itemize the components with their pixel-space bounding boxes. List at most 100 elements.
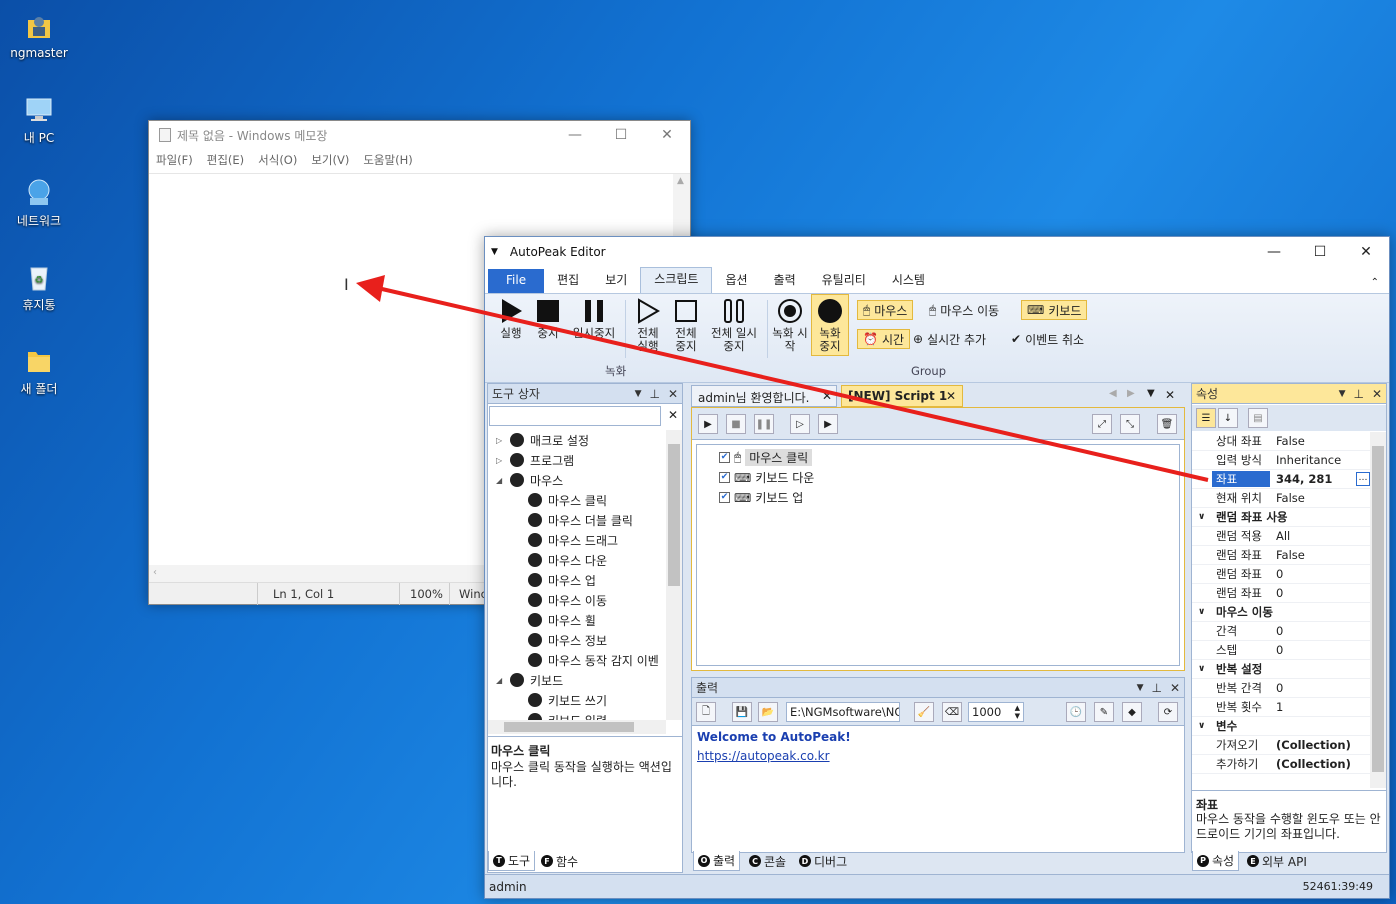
properties-scrollbar[interactable] bbox=[1370, 432, 1386, 788]
output-link[interactable]: https://autopeak.co.kr bbox=[697, 749, 830, 763]
expander-icon[interactable]: ◢ bbox=[496, 476, 504, 485]
property-value[interactable]: (Collection) bbox=[1276, 738, 1351, 752]
toolbox-scrollbar[interactable] bbox=[666, 430, 682, 720]
tree-item[interactable]: 마우스 동작 감지 이벤 bbox=[528, 650, 659, 670]
property-value[interactable]: False bbox=[1276, 434, 1305, 448]
minimize-button[interactable]: — bbox=[552, 121, 598, 149]
tab-functions[interactable]: F 함수 bbox=[537, 851, 582, 871]
tab-output-log[interactable]: O 출력 bbox=[693, 851, 741, 871]
desktop-icon-recycle-bin[interactable]: ♻ 휴지통 bbox=[4, 262, 74, 313]
property-row[interactable]: 추가하기 (Collection) bbox=[1192, 755, 1370, 774]
checkbox[interactable]: ✔ bbox=[719, 472, 730, 483]
realtime-add-button[interactable]: ⊕ 실시간 추가 bbox=[913, 329, 986, 349]
menu-help[interactable]: 도움말(H) bbox=[363, 152, 412, 168]
tab-script[interactable]: 스크립트 bbox=[640, 267, 713, 293]
pause-icon[interactable]: ❚❚ bbox=[754, 414, 774, 434]
property-value[interactable]: 0 bbox=[1276, 567, 1283, 581]
tree-item[interactable]: 마우스 다운 bbox=[528, 550, 607, 570]
menu-view[interactable]: 보기(V) bbox=[311, 152, 349, 168]
close-icon[interactable]: ✕ bbox=[1170, 681, 1180, 695]
record-start-button[interactable]: 녹화 시작 bbox=[771, 298, 809, 353]
output-path-input[interactable]: E:\NGMsoftware\NG bbox=[786, 702, 900, 722]
tab-welcome[interactable]: admin님 환영합니다. bbox=[691, 385, 837, 407]
script-item[interactable]: ✔ 🖱 마우스 클릭 bbox=[719, 449, 813, 466]
property-row[interactable]: 스텝 0 bbox=[1192, 641, 1370, 660]
property-value[interactable]: All bbox=[1276, 529, 1290, 543]
property-pages-icon[interactable]: ▤ bbox=[1248, 408, 1268, 428]
event-cancel-button[interactable]: ✔ 이벤트 취소 bbox=[1011, 329, 1084, 349]
script-item[interactable]: ✔ ⌨ 키보드 업 bbox=[719, 489, 803, 506]
property-row[interactable]: 상대 좌표 False bbox=[1192, 432, 1370, 451]
sort-az-icon[interactable]: ↓ bbox=[1218, 408, 1238, 428]
close-icon[interactable]: ✕ bbox=[1372, 387, 1382, 401]
desktop-icon-this-pc[interactable]: 내 PC bbox=[4, 95, 74, 146]
tree-item[interactable]: 키보드 입력 bbox=[528, 710, 607, 720]
tab-view[interactable]: 보기 bbox=[592, 269, 640, 293]
close-button[interactable]: ✕ bbox=[644, 121, 690, 149]
record-stop-button[interactable]: 녹화 중지 bbox=[811, 294, 849, 356]
property-row[interactable]: 랜덤 좌표 0 bbox=[1192, 584, 1370, 603]
tree-item[interactable]: ◢ 키보드 bbox=[496, 670, 563, 690]
checkbox[interactable]: ✔ bbox=[719, 492, 730, 503]
delete-icon[interactable]: 🗑 bbox=[1157, 414, 1177, 434]
tree-item[interactable]: 마우스 더블 클릭 bbox=[528, 510, 633, 530]
tab-debug[interactable]: D 디버그 bbox=[795, 851, 851, 871]
pin-icon[interactable]: ⊥ bbox=[1151, 681, 1161, 695]
new-file-icon[interactable]: 🗋 bbox=[696, 702, 716, 722]
property-value[interactable]: (Collection) bbox=[1276, 757, 1351, 771]
property-row[interactable]: 좌표 344, 281 … › bbox=[1192, 470, 1370, 489]
desktop-icon-user[interactable]: ngmaster bbox=[4, 12, 74, 60]
menu-edit[interactable]: 편집(E) bbox=[207, 152, 244, 168]
pause-all-button[interactable]: 전체 일시중지 bbox=[707, 298, 761, 353]
chevron-down-icon[interactable]: ▼ bbox=[635, 389, 642, 399]
property-value[interactable]: 344, 281 bbox=[1276, 472, 1332, 486]
expander-icon[interactable]: ▷ bbox=[496, 456, 504, 465]
property-row[interactable]: 랜덤 좌표 False bbox=[1192, 546, 1370, 565]
tree-item[interactable]: 마우스 정보 bbox=[528, 630, 607, 650]
property-row[interactable]: 반복 간격 0 bbox=[1192, 679, 1370, 698]
toolbox-search-input[interactable] bbox=[489, 406, 661, 426]
tab-script-1[interactable]: [NEW] Script 1 bbox=[841, 385, 963, 407]
property-row[interactable]: 입력 방식 Inheritance bbox=[1192, 451, 1370, 470]
play-icon[interactable]: ▶ bbox=[698, 414, 718, 434]
tab-console[interactable]: C 콘솔 bbox=[745, 851, 790, 871]
close-icon[interactable]: ✕ bbox=[822, 389, 832, 403]
property-row[interactable]: 가져오기 (Collection) bbox=[1192, 736, 1370, 755]
scroll-left-icon[interactable]: ◀ bbox=[1109, 388, 1117, 399]
collapse-icon[interactable]: ⤡ bbox=[1120, 414, 1140, 434]
keyboard-toggle[interactable]: ⌨ 키보드 bbox=[1021, 300, 1088, 320]
pin-icon[interactable]: ⊥ bbox=[1353, 387, 1363, 401]
tree-item[interactable]: 마우스 드래그 bbox=[528, 530, 618, 550]
tab-file[interactable]: File bbox=[488, 269, 545, 293]
stop-all-button[interactable]: 전체 중지 bbox=[669, 298, 703, 353]
autopeak-window[interactable]: ▼ AutoPeak Editor — ☐ ✕ File 편집 보기 스크립트 … bbox=[484, 236, 1390, 899]
tab-options[interactable]: 옵션 bbox=[712, 269, 760, 293]
clock-icon[interactable]: 🕒 bbox=[1066, 702, 1086, 722]
mouse-move-toggle[interactable]: 🖱 마우스 이동 bbox=[929, 300, 999, 320]
close-icon[interactable]: ✕ bbox=[946, 389, 956, 403]
close-icon[interactable]: ✕ bbox=[1165, 388, 1175, 402]
ribbon-collapse-icon[interactable]: ⌃ bbox=[1371, 277, 1379, 288]
save-icon[interactable]: 💾 bbox=[732, 702, 752, 722]
property-category[interactable]: ∨ 반복 설정 bbox=[1192, 660, 1370, 679]
property-value[interactable]: Inheritance bbox=[1276, 453, 1341, 467]
run-all-button[interactable]: 전체 실행 bbox=[631, 298, 665, 353]
expander-icon[interactable]: ▷ bbox=[496, 436, 504, 445]
property-value[interactable]: 0 bbox=[1276, 681, 1283, 695]
property-value[interactable]: False bbox=[1276, 548, 1305, 562]
checkbox[interactable]: ✔ bbox=[719, 452, 730, 463]
close-icon[interactable]: ✕ bbox=[668, 387, 678, 401]
delay-stepper[interactable]: 1000 ▲ ▼ bbox=[968, 702, 1024, 722]
stop-button[interactable]: 중지 bbox=[531, 298, 565, 340]
tree-item[interactable]: 마우스 클릭 bbox=[528, 490, 607, 510]
script-item[interactable]: ✔ ⌨ 키보드 다운 bbox=[719, 469, 814, 486]
property-row[interactable]: 랜덤 적용 All bbox=[1192, 527, 1370, 546]
mouse-toggle[interactable]: 🖱 마우스 bbox=[857, 300, 914, 320]
tab-edit[interactable]: 편집 bbox=[544, 269, 592, 293]
pin-icon[interactable]: ⊥ bbox=[649, 387, 659, 401]
run-to-icon[interactable]: ▶ bbox=[818, 414, 838, 434]
chevron-down-icon[interactable]: ∨ bbox=[1198, 607, 1205, 617]
expand-icon[interactable]: ⤢ bbox=[1092, 414, 1112, 434]
property-category[interactable]: ∨ 랜덤 좌표 사용 bbox=[1192, 508, 1370, 527]
menu-format[interactable]: 서식(O) bbox=[258, 152, 297, 168]
